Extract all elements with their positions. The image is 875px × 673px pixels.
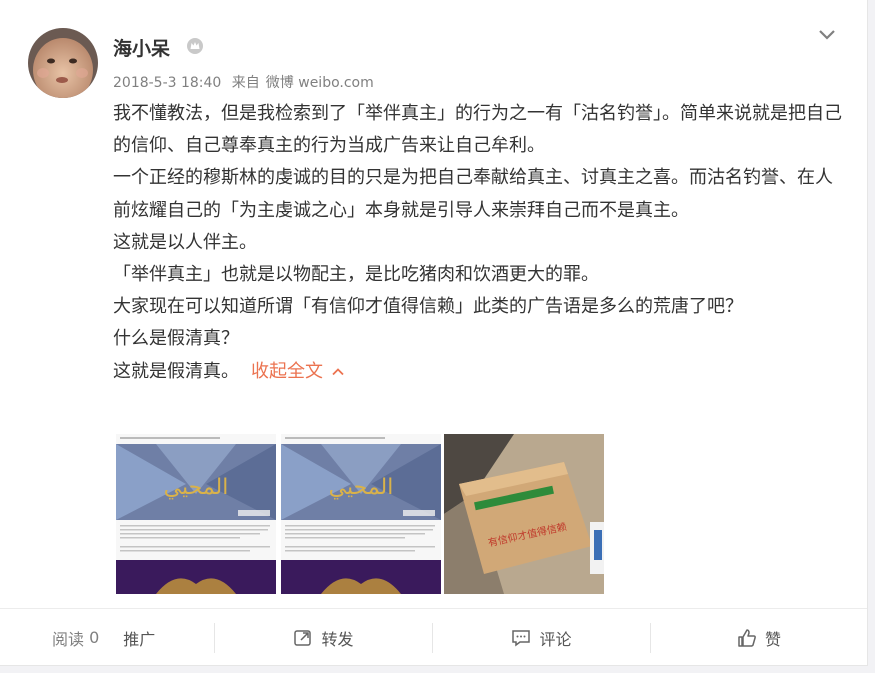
reads-label: 阅读 [52, 629, 85, 649]
comment-icon [512, 629, 531, 646]
post-paragraph: 一个正经的穆斯林的虔诚的目的只是为把自己奉献给真主、讨真主之喜。而沽名钓誉、在人… [113, 167, 833, 221]
crown-icon[interactable] [186, 37, 204, 55]
comment-button[interactable]: 评论 [433, 609, 650, 666]
repost-button[interactable]: 转发 [215, 609, 432, 666]
reads-stat: 阅读 0 推广 [52, 609, 155, 666]
collapse-label[interactable]: 收起全文 [251, 361, 323, 382]
image-thumbnail[interactable]: المحيي [116, 434, 276, 594]
image-thumbnail[interactable]: 有信仰才值得信赖 [444, 434, 604, 594]
author-name[interactable]: 海小呆 [113, 34, 170, 61]
image-thumbnail[interactable]: المحيي [281, 434, 441, 594]
post-paragraph-last: 这就是假清真。 收起全文 [113, 356, 843, 388]
avatar[interactable] [28, 28, 98, 98]
action-bar: 阅读 0 推广 转发 评论 赞 [0, 608, 867, 666]
post-meta: 2018-5-3 18:40 来自 微博 weibo.com [113, 72, 380, 92]
post-text: 我不懂教法，但是我检索到了「举伴真主」的行为之一有「沽名钓誉」。简单来说就是把自… [113, 98, 843, 388]
repost-label[interactable]: 转发 [321, 626, 353, 650]
post-paragraph: 大家现在可以知道所谓「有信仰才值得信赖」此类的广告语是多么的荒唐了吧？ [113, 296, 743, 318]
like-label[interactable]: 赞 [765, 626, 781, 650]
comment-label[interactable]: 评论 [539, 626, 571, 650]
chevron-down-icon[interactable] [817, 24, 837, 44]
post-paragraph: 什么是假清真？ [113, 328, 239, 350]
post-source[interactable]: 微博 weibo.com [266, 75, 374, 91]
post-paragraph: 「举伴真主」也就是以物配主，是比吃猪肉和饮酒更大的罪。 [113, 264, 599, 286]
thumbs-up-icon [738, 628, 756, 647]
post-paragraph: 这就是假清真。 [113, 360, 239, 382]
chevron-up-icon[interactable] [331, 365, 345, 379]
thumb-calligraphy: المحيي [164, 475, 229, 500]
post-paragraph: 这就是以人伴主。 [113, 231, 257, 253]
post-paragraph: 我不懂教法，但是我检索到了「举伴真主」的行为之一有「沽名钓誉」。简单来说就是把自… [113, 103, 842, 157]
weibo-post-card: 海小呆 2018-5-3 18:40 来自 微博 weibo.com 我不懂教法，… [0, 0, 868, 666]
collapse-full-text-link[interactable]: 收起全文 [251, 361, 345, 382]
thumb-calligraphy: المحيي [329, 475, 394, 500]
promote-button[interactable]: 推广 [123, 626, 155, 650]
post-time[interactable]: 2018-5-3 18:40 [113, 75, 221, 91]
reads-count: 0 [89, 628, 100, 647]
repost-icon [294, 629, 312, 646]
like-button[interactable]: 赞 [651, 609, 867, 666]
source-prefix: 来自 [231, 75, 260, 91]
